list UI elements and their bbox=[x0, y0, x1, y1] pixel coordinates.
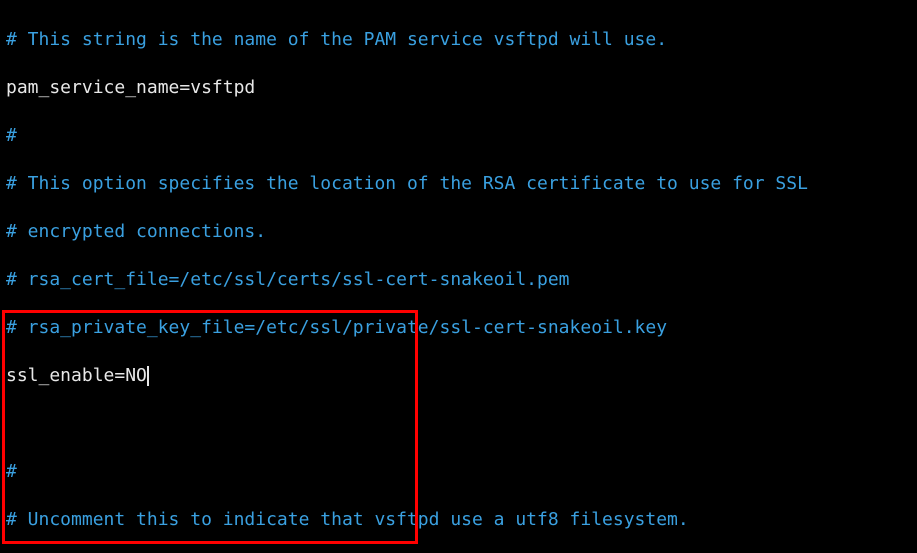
config-comment: # This string is the name of the PAM ser… bbox=[6, 29, 667, 50]
config-comment: # bbox=[6, 125, 17, 146]
config-directive: pam_service_name=vsftpd bbox=[6, 77, 255, 98]
config-comment: # rsa_private_key_file=/etc/ssl/private/… bbox=[6, 317, 667, 338]
config-directive: ssl_enable=NO bbox=[6, 365, 147, 386]
config-comment: # This option specifies the location of … bbox=[6, 173, 808, 194]
config-comment: # rsa_cert_file=/etc/ssl/certs/ssl-cert-… bbox=[6, 269, 570, 290]
config-comment: # bbox=[6, 461, 17, 482]
config-comment: # Uncomment this to indicate that vsftpd… bbox=[6, 509, 689, 530]
text-cursor bbox=[147, 366, 149, 386]
config-editor[interactable]: # This string is the name of the PAM ser… bbox=[0, 0, 917, 553]
config-comment: # encrypted connections. bbox=[6, 221, 266, 242]
